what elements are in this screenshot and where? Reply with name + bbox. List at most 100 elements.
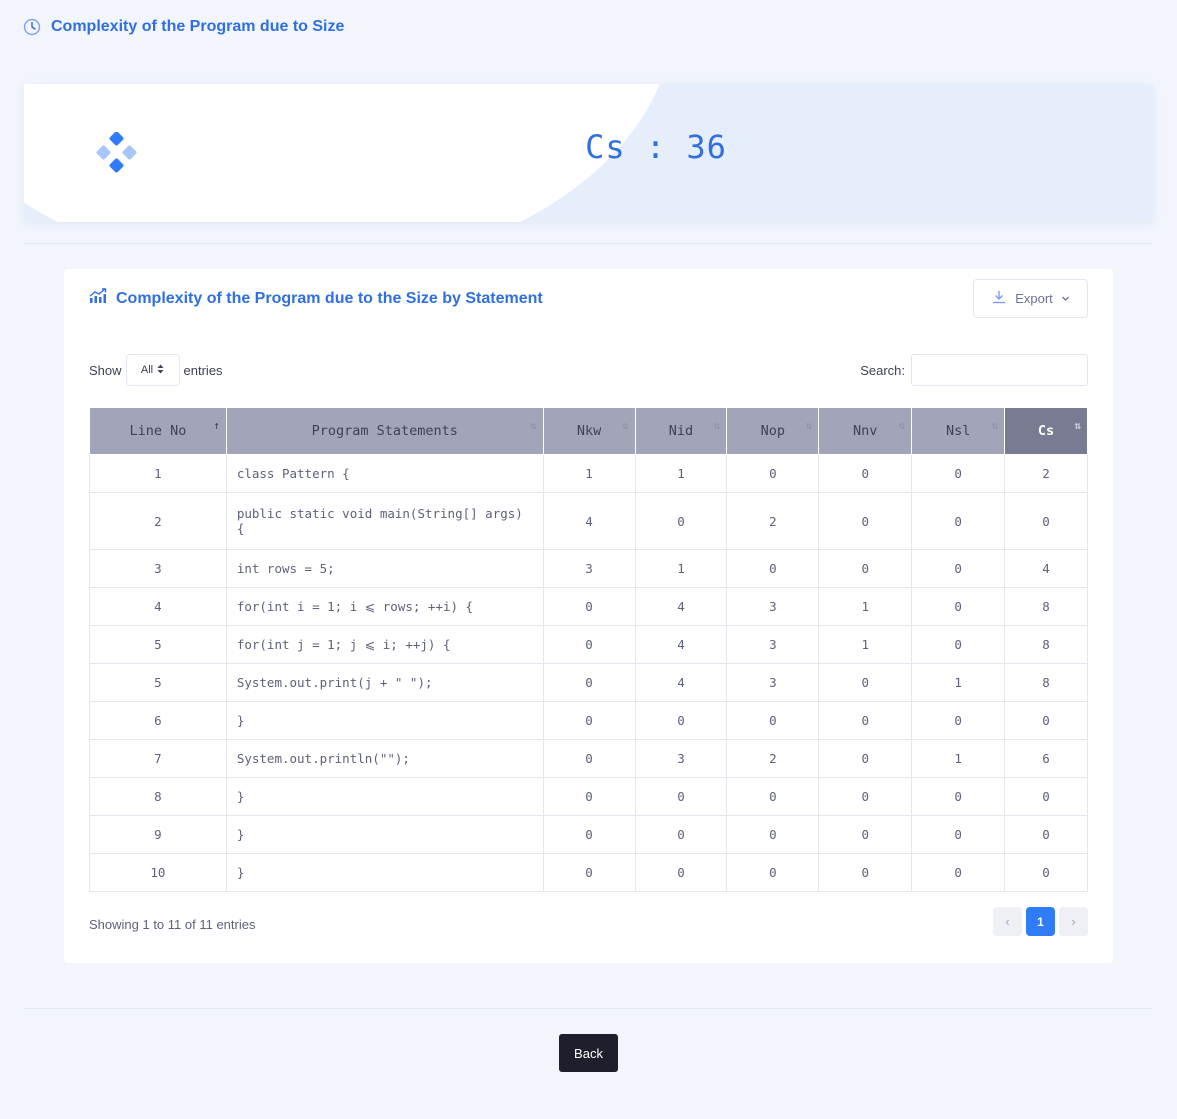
column-label: Nop [760, 423, 786, 439]
column-header-nid[interactable]: Nid ⇅ [634, 407, 728, 455]
sort-icon: ⇅ [1074, 419, 1080, 432]
cell-nsl: 1 [911, 663, 1006, 702]
cell-nsl: 0 [911, 587, 1006, 626]
cell-line-no: 8 [89, 777, 227, 816]
cell-line-no: 9 [89, 815, 227, 854]
cell-nid: 0 [634, 492, 728, 550]
column-header-cs[interactable]: Cs ⇅ [1004, 407, 1088, 455]
download-icon [991, 289, 1007, 308]
next-page-button[interactable]: › [1059, 907, 1088, 936]
cell-nkw: 0 [542, 587, 636, 626]
sort-icon: ⇅ [621, 419, 628, 432]
cell-program-statements: } [225, 815, 544, 854]
page-length-select[interactable]: All [125, 354, 180, 386]
cell-line-no: 5 [89, 663, 227, 702]
cell-line-no: 3 [89, 549, 227, 588]
cell-program-statements: } [225, 853, 544, 892]
column-header-nop[interactable]: Nop ⇅ [726, 407, 820, 455]
cell-cs: 0 [1004, 815, 1088, 854]
cell-nop: 3 [726, 663, 820, 702]
cell-nnv: 0 [818, 777, 913, 816]
sort-icon: ⇅ [805, 419, 812, 432]
export-label: Export [1015, 291, 1053, 306]
sort-updown-icon [157, 364, 164, 377]
page-button-1[interactable]: 1 [1026, 907, 1055, 936]
column-label: Nsl [945, 423, 971, 439]
cell-nid: 0 [634, 701, 728, 740]
length-suffix: entries [183, 362, 223, 378]
column-header-nsl[interactable]: Nsl ⇅ [911, 407, 1006, 455]
search-label: Search: [860, 362, 905, 378]
search-input[interactable] [911, 354, 1088, 386]
column-header-nnv[interactable]: Nnv ⇅ [818, 407, 913, 455]
cell-nnv: 0 [818, 492, 913, 550]
table-body: 1 class Pattern {1 1 0 0 0 2 2 public static voi… [89, 454, 1088, 892]
cell-line-no: 1 [89, 454, 227, 493]
cell-cs: 0 [1004, 853, 1088, 892]
column-label: Nnv [853, 423, 878, 439]
statement-table: Line No ↑ Program Statements ⇅ Nkw ⇅ Nid ⇅ Nop ⇅ N… [89, 407, 1088, 892]
table-row: 9} 0 0 0 0 0 0 [89, 815, 1088, 854]
cell-cs: 8 [1004, 587, 1088, 626]
cell-program-statements: for(int i = 1; i ⩽ rows; ++i) { [225, 587, 544, 626]
cell-nop: 3 [726, 587, 820, 626]
cell-cs: 0 [1004, 701, 1088, 740]
cell-nop: 2 [726, 739, 820, 778]
cell-nsl: 0 [911, 777, 1006, 816]
cell-nkw: 0 [542, 625, 636, 664]
cell-line-no: 4 [89, 587, 227, 626]
pagination: ‹ 1 › [993, 907, 1088, 936]
cell-program-statements: int rows = 5; [225, 549, 544, 588]
table-row: 5 System.out.print(j + " "); 0 4 3 0 1 8 [89, 663, 1088, 702]
cell-program-statements: } [225, 701, 544, 740]
cell-nkw: 4 [542, 492, 636, 550]
chart-growth-icon [89, 288, 107, 309]
cell-nop: 0 [726, 549, 820, 588]
table-row: 3 int rows = 5; 3 1 0 0 0 4 [89, 549, 1088, 588]
table-row: 6} 0 0 0 0 0 0 [89, 701, 1088, 740]
cell-nnv: 0 [818, 853, 913, 892]
cell-nop: 0 [726, 853, 820, 892]
cell-nsl: 0 [911, 625, 1006, 664]
column-label: Program Statements [311, 423, 458, 439]
column-label: Nkw [576, 423, 602, 439]
cell-cs: 0 [1004, 777, 1088, 816]
sort-icon: ⇅ [713, 419, 720, 432]
timer-icon [23, 18, 41, 36]
cell-nkw: 3 [542, 549, 636, 588]
cell-nkw: 1 [542, 454, 636, 493]
cell-nnv: 1 [818, 625, 913, 664]
cell-nnv: 1 [818, 587, 913, 626]
cell-program-statements: class Pattern { [225, 454, 544, 493]
cell-nid: 4 [634, 625, 728, 664]
cell-cs: 8 [1004, 663, 1088, 702]
length-prefix: Show [89, 362, 122, 378]
cell-nnv: 0 [818, 739, 913, 778]
cell-line-no: 5 [89, 625, 227, 664]
column-header-program-statements[interactable]: Program Statements ⇅ [225, 407, 544, 455]
statement-table-card: Complexity of the Program due to the Siz… [64, 269, 1113, 963]
cell-line-no: 7 [89, 739, 227, 778]
sort-icon: ⇅ [530, 419, 536, 432]
export-button[interactable]: Export [973, 279, 1088, 318]
column-header-line-no[interactable]: Line No ↑ [89, 407, 227, 455]
cell-nid: 1 [634, 549, 728, 588]
cell-nop: 2 [726, 492, 820, 550]
column-label: Cs [1037, 423, 1055, 439]
cell-nid: 3 [634, 739, 728, 778]
cell-nid: 0 [634, 815, 728, 854]
cell-nsl: 0 [911, 549, 1006, 588]
column-header-nkw[interactable]: Nkw ⇅ [542, 407, 636, 455]
prev-page-button[interactable]: ‹ [993, 907, 1022, 936]
cell-nnv: 0 [818, 663, 913, 702]
page-header: Complexity of the Program due to Size [23, 18, 344, 36]
cell-nsl: 1 [911, 739, 1006, 778]
table-row: 7 System.out.println(""); 0 3 2 0 1 6 [89, 739, 1088, 778]
search-control: Search: [860, 354, 1088, 386]
cell-nkw: 0 [542, 701, 636, 740]
cell-nkw: 0 [542, 777, 636, 816]
table-row: 2 public static void main(String[] args) … [89, 492, 1088, 550]
divider [24, 243, 1153, 244]
cell-nid: 1 [634, 454, 728, 493]
back-button[interactable]: Back [559, 1034, 618, 1072]
